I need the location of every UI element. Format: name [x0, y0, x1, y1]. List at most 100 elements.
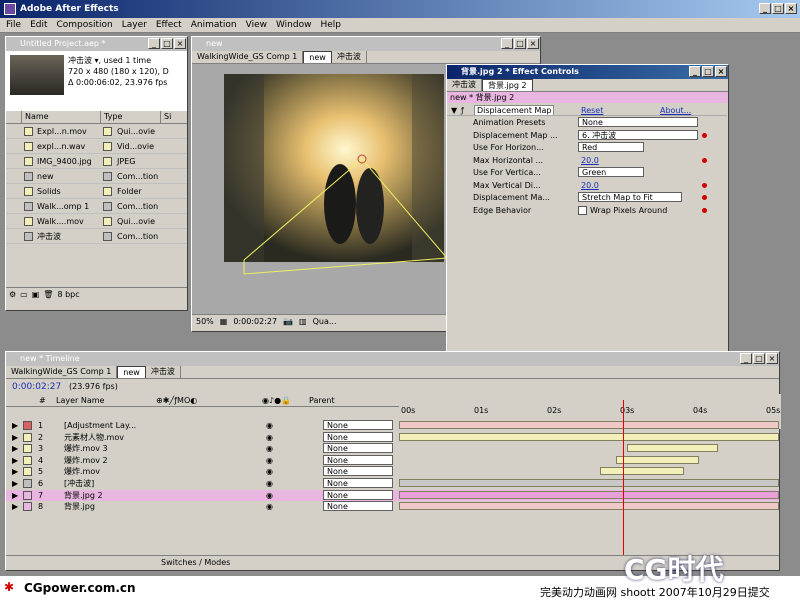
- reset-link[interactable]: Reset: [581, 105, 603, 115]
- comp-close-button[interactable]: ×: [527, 38, 539, 49]
- effect-maximize-button[interactable]: □: [702, 66, 714, 77]
- project-item[interactable]: expl...n.wav Vid...ovie: [6, 139, 187, 154]
- menu-animation[interactable]: Animation: [191, 18, 237, 32]
- prop-dropdown[interactable]: Red: [578, 142, 644, 152]
- tab-0[interactable]: WalkingWide_GS Comp 1: [6, 366, 118, 378]
- trash-icon[interactable]: 🗑: [43, 290, 53, 299]
- fx-toggle-icon[interactable]: ƒ: [461, 105, 464, 115]
- prop-value[interactable]: 20.0: [581, 180, 599, 191]
- current-time-indicator[interactable]: [623, 400, 624, 560]
- layer-duration-bar[interactable]: [399, 502, 779, 511]
- timeline-minimize-button[interactable]: _: [740, 353, 752, 364]
- expand-triangle-icon[interactable]: ▶: [12, 455, 18, 466]
- expand-triangle-icon[interactable]: ▶: [12, 432, 18, 443]
- layer-duration-bar[interactable]: [399, 432, 779, 441]
- col-layer-name[interactable]: Layer Name: [56, 395, 104, 407]
- quality-select[interactable]: Qua...: [313, 317, 337, 326]
- layer-name[interactable]: [Adjustment Lay...: [64, 420, 136, 431]
- timeline-layer-row[interactable]: ▶ 1 [Adjustment Lay... ◉ None: [6, 420, 779, 431]
- item-label-swatch[interactable]: [103, 157, 112, 166]
- project-item[interactable]: IMG_9400.jpg JPEG: [6, 154, 187, 169]
- prop-dropdown[interactable]: 6. 冲击波: [578, 129, 698, 140]
- project-close-button[interactable]: ×: [174, 38, 186, 49]
- menu-help[interactable]: Help: [320, 18, 341, 32]
- expand-triangle-icon[interactable]: ▶: [12, 466, 18, 477]
- snapshot-icon[interactable]: 📷: [283, 317, 293, 326]
- parent-dropdown[interactable]: None: [323, 466, 393, 477]
- header-name[interactable]: Name: [22, 111, 101, 123]
- effect-name[interactable]: Displacement Map: [474, 105, 555, 115]
- eye-icon[interactable]: ◉: [266, 478, 273, 489]
- item-label-swatch[interactable]: [103, 202, 112, 211]
- prop-dropdown[interactable]: None: [578, 117, 698, 127]
- expand-triangle-icon[interactable]: ▶: [12, 443, 18, 454]
- layer-label-swatch[interactable]: [23, 490, 32, 500]
- layer-duration-bar[interactable]: [627, 444, 719, 453]
- layer-label-swatch[interactable]: [23, 432, 32, 442]
- item-label-swatch[interactable]: [103, 127, 112, 136]
- layer-duration-bar[interactable]: [615, 455, 700, 464]
- parent-dropdown[interactable]: None: [323, 501, 393, 512]
- layer-name[interactable]: 爆炸.mov 3: [64, 443, 108, 454]
- project-minimize-button[interactable]: _: [148, 38, 160, 49]
- timeline-layer-row[interactable]: ▶ 5 爆炸.mov ◉ None: [6, 466, 779, 477]
- item-label-swatch[interactable]: [103, 232, 112, 241]
- minimize-button[interactable]: _: [759, 3, 771, 14]
- layer-label-swatch[interactable]: [23, 421, 32, 430]
- timeline-layer-row[interactable]: ▶ 8 背景.jpg ◉ None: [6, 501, 779, 512]
- layer-name[interactable]: [冲击波]: [64, 478, 94, 489]
- tab-0[interactable]: 冲击波: [447, 79, 482, 91]
- layer-name[interactable]: 爆炸.mov 2: [64, 455, 108, 466]
- layer-duration-bar[interactable]: [399, 479, 779, 487]
- eye-icon[interactable]: ◉: [266, 466, 273, 477]
- prop-dropdown[interactable]: Green: [578, 167, 644, 177]
- expand-triangle-icon[interactable]: ▼: [451, 105, 457, 115]
- layer-duration-bar[interactable]: [600, 467, 684, 476]
- project-item[interactable]: Walk...omp 1 Com...tion: [6, 199, 187, 214]
- project-maximize-button[interactable]: □: [161, 38, 173, 49]
- expand-triangle-icon[interactable]: ▶: [12, 501, 18, 512]
- timeline-layer-row[interactable]: ▶ 2 元素材人物.mov ◉ None: [6, 431, 779, 443]
- expand-triangle-icon[interactable]: ▶: [12, 490, 18, 501]
- layer-name[interactable]: 爆炸.mov: [64, 466, 100, 477]
- eye-icon[interactable]: ◉: [266, 432, 273, 443]
- col-parent[interactable]: Parent: [309, 395, 335, 407]
- tab-0[interactable]: WalkingWide_GS Comp 1: [192, 51, 304, 63]
- timeline-close-button[interactable]: ×: [766, 353, 778, 364]
- project-item[interactable]: 冲击波 Com...tion: [6, 229, 187, 244]
- eye-icon[interactable]: ◉: [266, 443, 273, 454]
- menu-view[interactable]: View: [246, 18, 267, 32]
- expand-triangle-icon[interactable]: ▶: [12, 478, 18, 489]
- timeline-maximize-button[interactable]: □: [753, 353, 765, 364]
- layer-label-swatch[interactable]: [23, 455, 32, 465]
- eye-icon[interactable]: ◉: [266, 501, 273, 512]
- channel-icon[interactable]: ▥: [299, 317, 307, 326]
- project-item[interactable]: Expl...n.mov Qui...ovie: [6, 124, 187, 139]
- tab-2[interactable]: 冲击波: [146, 366, 181, 378]
- item-label-swatch[interactable]: [103, 217, 112, 226]
- parent-dropdown[interactable]: None: [323, 478, 393, 488]
- timeline-layer-row[interactable]: ▶ 7 背景.jpg 2 ◉ None: [6, 489, 779, 501]
- expand-triangle-icon[interactable]: ▶: [12, 420, 18, 431]
- timeline-layer-row[interactable]: ▶ 4 爆炸.mov 2 ◉ None: [6, 454, 779, 466]
- parent-dropdown[interactable]: None: [323, 420, 393, 430]
- layer-label-swatch[interactable]: [23, 479, 32, 488]
- parent-dropdown[interactable]: None: [323, 454, 393, 465]
- project-item[interactable]: new Com...tion: [6, 169, 187, 184]
- layer-label-swatch[interactable]: [23, 444, 32, 454]
- menu-composition[interactable]: Composition: [57, 18, 113, 32]
- layer-duration-bar[interactable]: [399, 421, 779, 429]
- tab-2[interactable]: 冲击波: [332, 51, 367, 63]
- tab-1[interactable]: new: [117, 366, 146, 378]
- item-label-swatch[interactable]: [103, 172, 112, 181]
- header-type[interactable]: Type: [101, 111, 161, 123]
- new-comp-icon[interactable]: ▣: [32, 290, 40, 299]
- parent-dropdown[interactable]: None: [323, 431, 393, 442]
- tab-1[interactable]: 背景.jpg 2: [482, 79, 533, 91]
- effect-minimize-button[interactable]: _: [689, 66, 701, 77]
- maximize-button[interactable]: □: [772, 3, 784, 14]
- tab-1[interactable]: new: [303, 51, 332, 63]
- comp-time[interactable]: 0:00:02:27: [233, 317, 277, 326]
- item-label-swatch[interactable]: [103, 187, 112, 196]
- comp-maximize-button[interactable]: □: [514, 38, 526, 49]
